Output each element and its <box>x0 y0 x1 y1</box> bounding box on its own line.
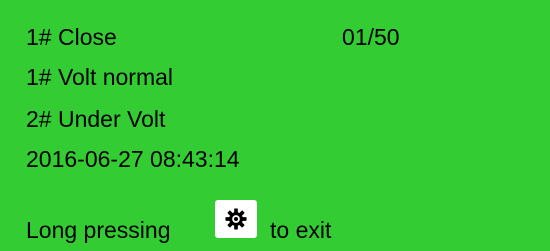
breaker-status-text: 1# Close <box>26 24 117 50</box>
record-counter: 01/50 <box>342 24 400 50</box>
voltage-status-2-text: 2# Under Volt <box>26 106 166 132</box>
voltage-status-1-text: 1# Volt normal <box>26 64 174 90</box>
exit-instruction-suffix: to exit <box>270 217 332 243</box>
exit-instruction-prefix: Long pressing <box>26 217 171 243</box>
gear-icon <box>225 208 247 230</box>
lcd-display-screen: 1# Close 01/50 1# Volt normal 2# Under V… <box>0 0 550 251</box>
timestamp-text: 2016-06-27 08:43:14 <box>26 146 240 172</box>
settings-button[interactable] <box>215 200 257 238</box>
